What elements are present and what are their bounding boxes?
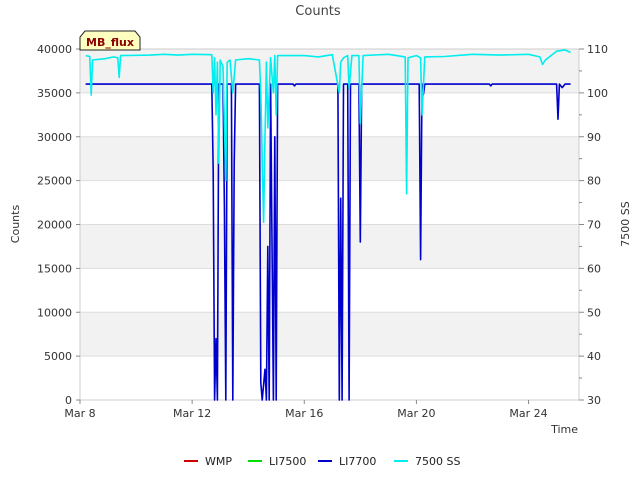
- y-tick-label: 30000: [37, 131, 72, 144]
- plot-band: [80, 312, 579, 357]
- x-tick-label: Mar 16: [285, 407, 323, 420]
- plot-band: [80, 268, 579, 313]
- x-tick-label: Mar 20: [397, 407, 435, 420]
- chart-title: Counts: [295, 4, 341, 19]
- x-tick-label: Mar 24: [509, 407, 547, 420]
- legend-item-li7500: LI7500: [248, 455, 306, 468]
- y-tick-label: 15000: [37, 262, 72, 275]
- y2-tick-label: 110: [587, 43, 608, 56]
- y2-axis-label: 7500 SS: [619, 201, 632, 246]
- plot-band: [80, 180, 579, 225]
- mb-flux-badge: MB_flux: [79, 30, 141, 51]
- chart: Mar 8 Mar 12 Mar 16 Mar 20 Mar 24 0 5000 10000…: [9, 4, 632, 468]
- x-axis-label: Time: [550, 423, 578, 436]
- y2-tick-label: 50: [587, 306, 601, 319]
- y-axis-left: 0 5000 10000 15000 20000 25000 30000 35000 40000: [37, 43, 80, 407]
- y2-tick-label: 70: [587, 219, 601, 232]
- legend-item-wmp: WMP: [184, 455, 232, 468]
- legend-label: 7500 SS: [415, 455, 460, 468]
- y-tick-label: 40000: [37, 43, 72, 56]
- y2-tick-label: 30: [587, 394, 601, 407]
- x-tick-label: Mar 8: [64, 407, 95, 420]
- plot-band: [80, 356, 579, 400]
- y2-tick-label: 80: [587, 175, 601, 188]
- y2-tick-label: 60: [587, 262, 601, 275]
- legend-label: LI7500: [269, 455, 306, 468]
- plot-band: [80, 224, 579, 269]
- y-axis-right: 30 40 50 60 70 80 90 100 110: [579, 43, 608, 407]
- y2-tick-label: 90: [587, 131, 601, 144]
- y-axis-label: Counts: [9, 205, 22, 244]
- y-tick-label: 20000: [37, 219, 72, 232]
- plot-band: [80, 92, 579, 137]
- y-tick-label: 5000: [44, 350, 72, 363]
- legend-label: WMP: [205, 455, 232, 468]
- legend-item-7500-ss: 7500 SS: [394, 455, 460, 468]
- plot-band: [80, 136, 579, 181]
- x-axis: Mar 8 Mar 12 Mar 16 Mar 20 Mar 24: [64, 400, 548, 420]
- legend-label: LI7700: [339, 455, 376, 468]
- badge-label: MB_flux: [86, 36, 134, 49]
- y2-tick-label: 40: [587, 350, 601, 363]
- y-tick-label: 10000: [37, 306, 72, 319]
- x-tick-label: Mar 12: [173, 407, 211, 420]
- y-tick-label: 0: [65, 394, 72, 407]
- y-tick-label: 35000: [37, 87, 72, 100]
- legend: WMP LI7500 LI7700 7500 SS: [184, 455, 460, 468]
- y-tick-label: 25000: [37, 175, 72, 188]
- legend-item-li7700: LI7700: [318, 455, 376, 468]
- y2-tick-label: 100: [587, 87, 608, 100]
